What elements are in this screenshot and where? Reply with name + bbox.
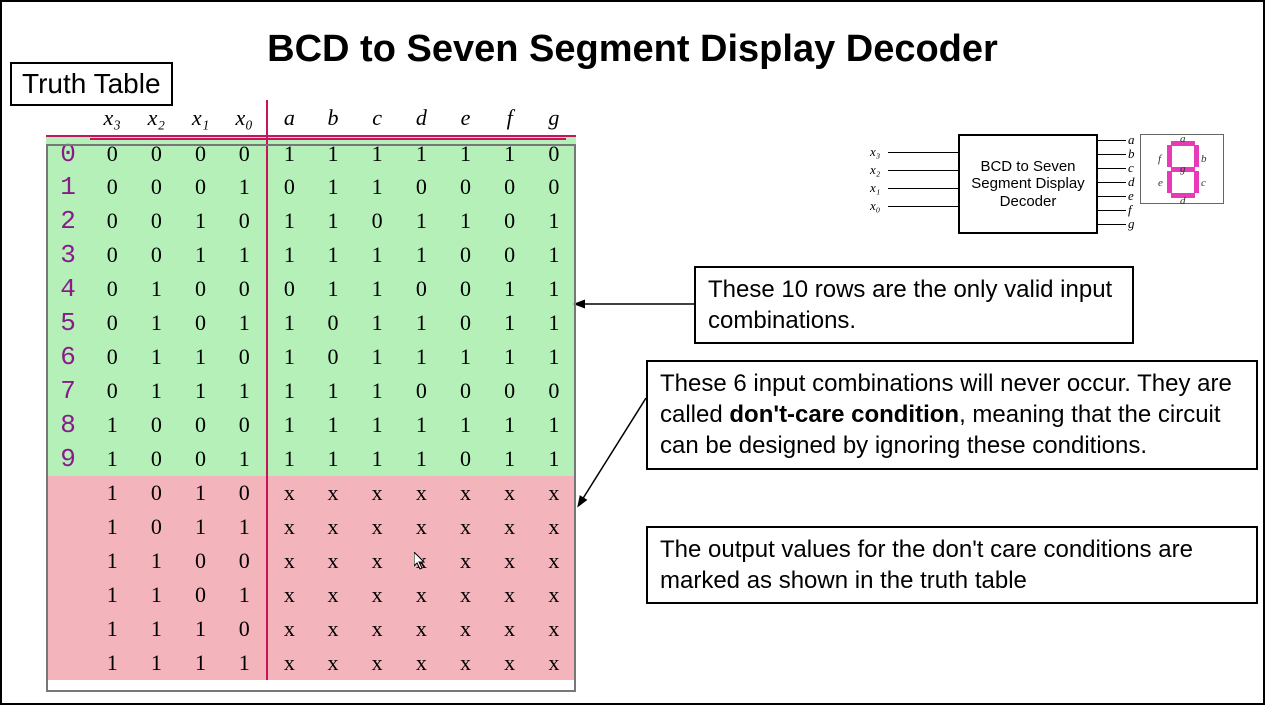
arrow-to-valid [576,290,696,320]
table-row: 1110xxxxxxx [46,612,576,646]
table-row: 1100xxxxxxx [46,544,576,578]
table-row: 300111111001 [46,238,576,272]
decoder-box: BCD to Seven Segment Display Decoder [958,134,1098,234]
table-row: 200101101101 [46,204,576,238]
arrow-to-dontcare [576,390,656,510]
table-row: 1010xxxxxxx [46,476,576,510]
callout-x-marked: The output values for the don't care con… [646,526,1258,604]
header-underline [90,138,566,140]
table-row: 000001111110 [46,136,576,170]
table-row: 1101xxxxxxx [46,578,576,612]
callout-dont-care: These 6 input combinations will never oc… [646,360,1258,470]
table-row: 910011111011 [46,442,576,476]
page-title: BCD to Seven Segment Display Decoder [0,28,1265,71]
table-row: 701111110000 [46,374,576,408]
callout-valid-rows: These 10 rows are the only valid input c… [694,266,1134,344]
header-row: x₃ x₂ x₁ x₀ a b c d e f g [46,100,576,136]
table-row: 1011xxxxxxx [46,510,576,544]
table-row: 100010110000 [46,170,576,204]
table-row: 501011011011 [46,306,576,340]
truth-table: x₃ x₂ x₁ x₀ a b c d e f g 00000111111010… [46,100,576,680]
block-diagram: x₃ x₂ x₁ x₀ BCD to Seven Segment Display… [840,130,1260,250]
table-row: 810001111111 [46,408,576,442]
table-row: 601101011111 [46,340,576,374]
table-row: 401000110011 [46,272,576,306]
seven-segment-display: a b c d e f g [1140,134,1224,204]
table-row: 1111xxxxxxx [46,646,576,680]
